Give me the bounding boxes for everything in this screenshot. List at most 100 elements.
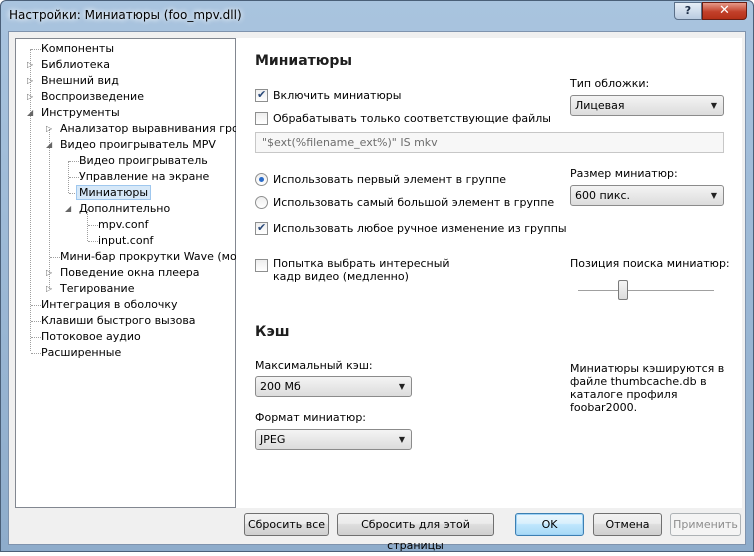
reset-page-button[interactable]: Сбросить для этой страницы [337,513,494,552]
first-item-radio[interactable] [255,173,268,186]
max-cache-label: Максимальный кэш: [255,359,373,372]
expand-icon[interactable]: ▷ [46,285,53,293]
tree-connector [50,257,60,258]
expand-icon[interactable]: ▷ [46,269,53,277]
manual-change-label[interactable]: Использовать любое ручное изменение из г… [273,222,567,235]
cover-type-dropdown[interactable]: Лицевая ▼ [570,95,724,116]
collapse-icon[interactable]: ◢ [65,205,72,213]
tree-item-components[interactable]: Компоненты [41,41,114,57]
tree-connector [88,241,98,242]
expand-icon[interactable]: ▷ [27,61,34,69]
cache-heading: Кэш [255,324,290,340]
collapse-icon[interactable]: ◢ [46,141,53,149]
tree-item-mpv-player[interactable]: Видео проигрыватель MPV [60,137,216,153]
collapse-icon[interactable]: ◢ [27,109,34,117]
thumbnail-size-value: 600 пикс. [575,189,631,202]
tree-connector [31,305,41,306]
tree-connector [69,161,79,162]
thumbnail-format-value: JPEG [260,433,286,446]
tree-item-label: Видео проигрыватель [79,154,208,167]
tree-item-advanced-mpv[interactable]: Дополнительно [79,201,170,217]
tree-item-label: Библиотека [41,58,110,71]
only-matching-files-label[interactable]: Обрабатывать только соответствующие файл… [273,112,551,125]
tree-item-appearance[interactable]: Внешний вид [41,73,119,89]
tree-item-tagging[interactable]: Тегирование [60,281,134,297]
only-matching-files-checkbox[interactable] [255,112,268,125]
chevron-down-icon: ▼ [710,101,717,110]
manual-change-checkbox[interactable] [255,221,268,235]
chevron-down-icon: ▼ [398,435,405,444]
interesting-frame-checkbox[interactable] [255,259,268,272]
tree-item-label: Компоненты [41,42,115,55]
apply-button[interactable]: Применить [670,513,741,536]
chevron-down-icon: ▼ [710,191,717,200]
cache-note-line4: foobar2000. [570,401,638,414]
chevron-down-icon: ▼ [398,382,405,391]
close-button[interactable]: ✕ [702,2,747,20]
tree-item-osc[interactable]: Управление на экране [79,169,209,185]
tree-item-thumbnails[interactable]: Миниатюры [76,185,152,201]
interesting-frame-label-line1[interactable]: Попытка выбрать интересный [273,257,450,270]
tree-item-playback[interactable]: Воспроизведение [41,89,144,105]
seek-position-slider-track[interactable] [578,290,714,292]
seek-position-slider-thumb[interactable] [617,280,628,300]
tree-item-label: Тегирование [60,282,135,295]
tree-item-wave-minibar[interactable]: Мини-бар прокрутки Wave (мод) [60,249,249,265]
enable-thumbnails-label[interactable]: Включить миниатюры [273,89,401,102]
tree-item-label: Видео проигрыватель MPV [60,138,216,151]
enable-thumbnails-checkbox[interactable] [255,88,268,102]
cache-note-line1: Миниатюры кэшируются в [570,362,725,375]
tree-item-label: Клавиши быстрого вызова [41,314,196,327]
tree-item-label: mpv.conf [98,218,149,231]
largest-item-radio[interactable] [255,196,268,209]
preferences-tree: Компоненты ▷ Библиотека ▷ Внешний вид ▷ … [15,38,280,508]
thumbnail-size-label: Размер миниатюр: [570,167,678,180]
help-button[interactable]: ? [674,2,702,20]
tree-item-label: Дополнительно [79,202,171,215]
tree-item-label: Управление на экране [79,170,210,183]
cache-note-line2: файле thumbcache.db в [570,375,707,388]
title-bar[interactable]: Настройки: Миниатюры (foo_mpv.dll) ? ✕ [1,1,753,31]
tree-connector [31,321,41,322]
tree-connector [69,177,79,178]
seek-position-label: Позиция поиска миниатюр: [570,257,730,270]
expand-icon[interactable]: ▷ [27,77,34,85]
max-cache-dropdown[interactable]: 200 Мб ▼ [255,376,412,397]
expand-icon[interactable]: ▷ [27,93,34,101]
tree-item-label: Поведение окна плеера [60,266,200,279]
tree-item-label: Воспроизведение [41,90,144,103]
cache-note-line3: каталоге профиля [570,388,678,401]
max-cache-value: 200 Мб [260,380,301,393]
tree-item-library[interactable]: Библиотека [41,57,110,73]
tree-item-player-window[interactable]: Поведение окна плеера [60,265,200,281]
first-item-label[interactable]: Использовать первый элемент в группе [273,173,506,186]
tree-item-label: Инструменты [41,106,120,119]
thumbnail-size-dropdown[interactable]: 600 пикс. ▼ [570,185,724,206]
cover-type-value: Лицевая [575,99,625,112]
filter-query-input[interactable]: "$ext(%filename_ext%)" IS mkv [255,132,724,153]
dialog-client: Компоненты ▷ Библиотека ▷ Внешний вид ▷ … [8,31,746,552]
tree-item-streaming-audio[interactable]: Потоковое аудио [41,329,141,345]
window-title: Настройки: Миниатюры (foo_mpv.dll) [9,8,242,22]
tree-item-input-conf[interactable]: input.conf [98,233,153,249]
ok-button[interactable]: OK [515,513,584,536]
expand-icon[interactable]: ▷ [46,125,53,133]
tree-item-label: Потоковое аудио [41,330,141,343]
tree-item-video-player[interactable]: Видео проигрыватель [79,153,208,169]
interesting-frame-label-line2[interactable]: кадр видео (медленно) [273,270,409,283]
tree-item-label: Мини-бар прокрутки Wave (мод) [60,250,249,263]
thumbnails-heading: Миниатюры [255,53,353,69]
tree-item-mpv-conf[interactable]: mpv.conf [98,217,148,233]
cancel-button[interactable]: Отмена [593,513,662,536]
tree-item-shell-integration[interactable]: Интеграция в оболочку [41,297,178,313]
settings-page: Миниатюры Включить миниатюры Обрабатыват… [236,38,742,508]
largest-item-label[interactable]: Использовать самый большой элемент в гру… [273,196,554,209]
tree-item-keyboard-shortcuts[interactable]: Клавиши быстрого вызова [41,313,196,329]
tree-connector [31,353,41,354]
tree-item-label: Интеграция в оболочку [41,298,178,311]
thumbnail-format-dropdown[interactable]: JPEG ▼ [255,429,412,450]
reset-all-button[interactable]: Сбросить все [244,513,329,536]
tree-connector [88,225,98,226]
tree-item-tools[interactable]: Инструменты [41,105,120,121]
tree-item-advanced[interactable]: Расширенные [41,345,121,361]
